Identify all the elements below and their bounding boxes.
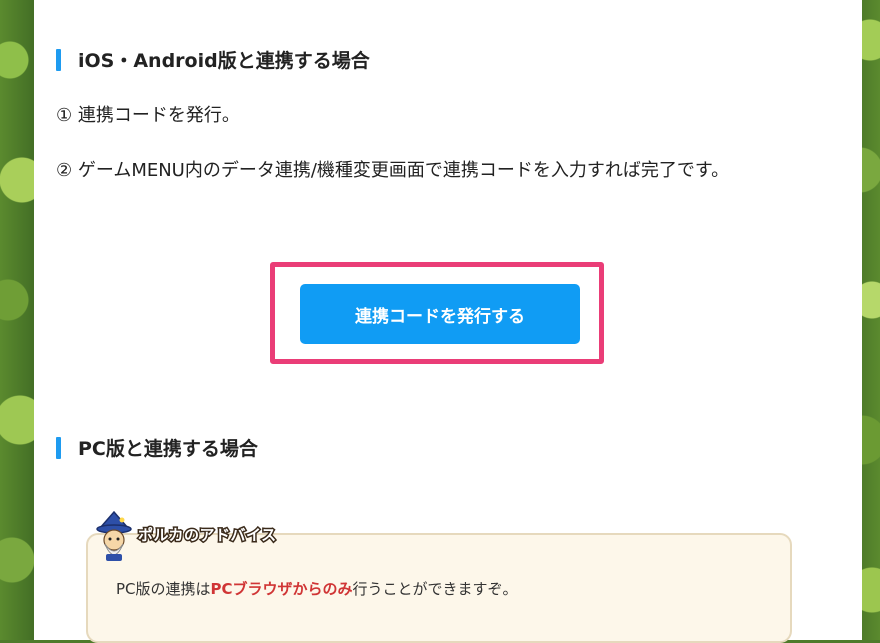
ios-android-section-heading: iOS・Android版と連携する場合: [56, 46, 370, 73]
heading-accent-bar: [56, 48, 61, 71]
advice-title: ポルカのアドバイス: [137, 525, 278, 546]
step-2-text: ② ゲームMENU内のデータ連携/機種変更画面で連携コードを入力すれば完了です。: [56, 160, 730, 181]
heading-accent-bar: [56, 436, 61, 459]
advice-text-after: 行うことができますぞ。: [352, 580, 518, 598]
advice-text-before: PC版の連携は: [116, 580, 211, 598]
content-panel: iOS・Android版と連携する場合 ① 連携コードを発行。 ② ゲームMEN…: [34, 0, 862, 643]
advice-text: PC版の連携はPCブラウザからのみ行うことができますぞ。: [116, 578, 518, 599]
wizard-mascot-icon: [96, 510, 132, 561]
step-1-text: ① 連携コードを発行。: [56, 105, 240, 126]
ios-android-heading-text: iOS・Android版と連携する場合: [78, 50, 370, 72]
pc-heading-text: PC版と連携する場合: [78, 438, 258, 460]
advice-text-emphasis: PCブラウザからのみ: [210, 580, 353, 598]
issue-link-code-button[interactable]: 連携コードを発行する: [300, 284, 580, 344]
pc-section-heading: PC版と連携する場合: [56, 434, 258, 461]
